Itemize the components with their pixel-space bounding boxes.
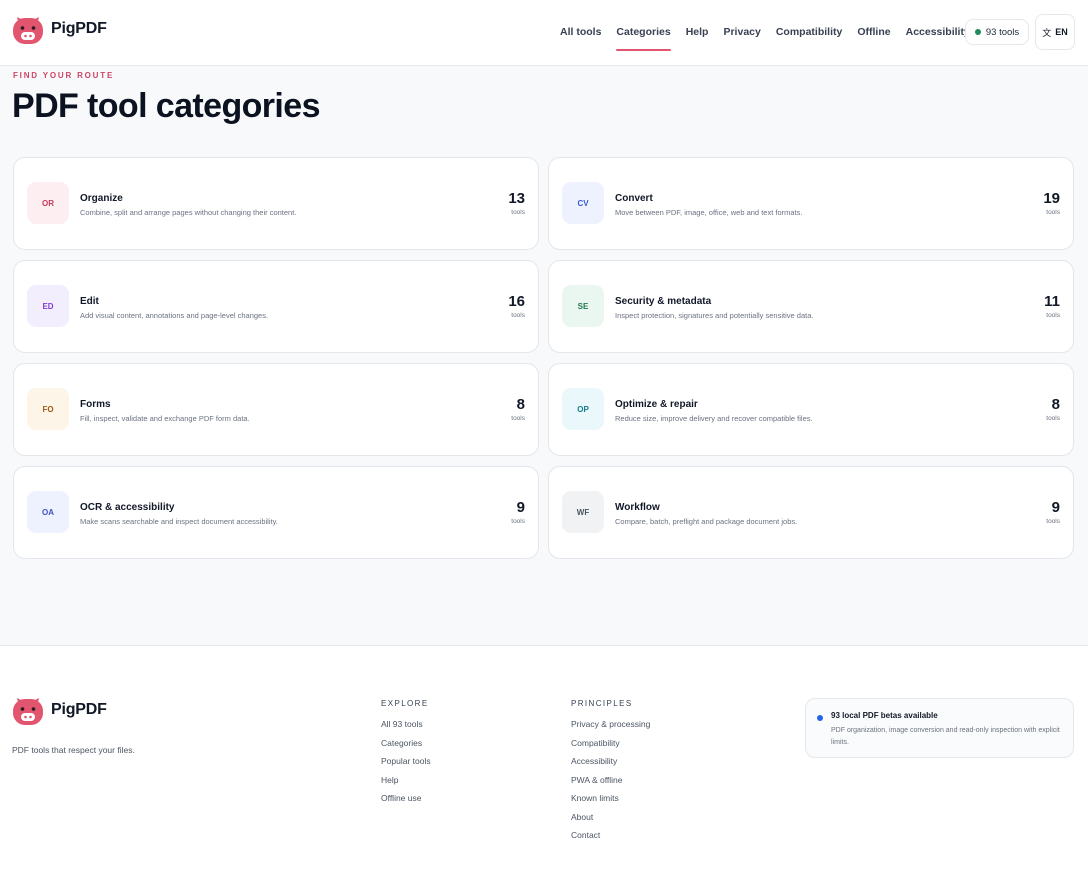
category-description: Make scans searchable and inspect docume… bbox=[80, 517, 278, 526]
category-description: Compare, batch, preflight and package do… bbox=[615, 517, 798, 526]
category-card[interactable]: CV Convert Move between PDF, image, office… bbox=[548, 157, 1074, 250]
category-count-unit: tools bbox=[511, 518, 525, 525]
footer-link-privacy[interactable]: Privacy & processing bbox=[571, 719, 650, 729]
footer-principles-column: PRINCIPLES Privacy & processing Compatib… bbox=[571, 699, 650, 849]
category-count-unit: tools bbox=[1046, 312, 1060, 319]
category-name: Edit bbox=[80, 296, 99, 307]
site-header: PigPDF All tools Categories Help Privacy… bbox=[0, 0, 1088, 66]
footer-link-pwa-offline[interactable]: PWA & offline bbox=[571, 775, 650, 785]
nav-accessibility[interactable]: Accessibility bbox=[906, 26, 970, 38]
footer-brand-name: PigPDF bbox=[51, 701, 107, 718]
category-card[interactable]: FO Forms Fill, inspect, validate and excha… bbox=[13, 363, 539, 456]
category-name: Optimize & repair bbox=[615, 399, 698, 410]
footer-link-accessibility[interactable]: Accessibility bbox=[571, 756, 650, 766]
category-tool-count: 16 bbox=[508, 293, 525, 310]
brand-name: PigPDF bbox=[51, 20, 107, 37]
footer-brand-logo[interactable]: PigPDF bbox=[12, 694, 107, 726]
translate-icon: 文 bbox=[1042, 27, 1052, 38]
category-description: Reduce size, improve delivery and recove… bbox=[615, 414, 813, 423]
beta-notice: 93 local PDF betas available PDF organiz… bbox=[805, 698, 1074, 758]
footer-link-about[interactable]: About bbox=[571, 812, 650, 822]
category-name: Convert bbox=[615, 193, 653, 204]
category-name: Workflow bbox=[615, 502, 660, 513]
nav-compatibility[interactable]: Compatibility bbox=[776, 26, 843, 38]
category-badge-icon: WF bbox=[562, 491, 604, 533]
pig-face-icon bbox=[13, 17, 43, 44]
category-badge-icon: SE bbox=[562, 285, 604, 327]
category-card[interactable]: OA OCR & accessibility Make scans searchab… bbox=[13, 466, 539, 559]
footer-link-categories[interactable]: Categories bbox=[381, 738, 431, 748]
category-card[interactable]: WF Workflow Compare, batch, preflight and … bbox=[548, 466, 1074, 559]
category-tool-count: 9 bbox=[516, 499, 525, 516]
nav-all-tools[interactable]: All tools bbox=[560, 26, 601, 38]
footer-tagline: PDF tools that respect your files. bbox=[12, 745, 135, 755]
footer-link-help[interactable]: Help bbox=[381, 775, 431, 785]
nav-help[interactable]: Help bbox=[686, 26, 709, 38]
category-card[interactable]: OP Optimize & repair Reduce size, improve … bbox=[548, 363, 1074, 456]
category-card[interactable]: OR Organize Combine, split and arrange pag… bbox=[13, 157, 539, 250]
category-description: Combine, split and arrange pages without… bbox=[80, 208, 297, 217]
category-description: Inspect protection, signatures and poten… bbox=[615, 311, 814, 320]
footer-link-contact[interactable]: Contact bbox=[571, 830, 650, 840]
footer-explore-heading: EXPLORE bbox=[381, 699, 429, 708]
category-description: Move between PDF, image, office, web and… bbox=[615, 208, 803, 217]
footer-explore-column: EXPLORE All 93 tools Categories Popular … bbox=[381, 699, 431, 812]
category-count-unit: tools bbox=[511, 312, 525, 319]
category-name: Security & metadata bbox=[615, 296, 712, 307]
tools-count-pill[interactable]: 93 tools bbox=[965, 19, 1029, 45]
language-button[interactable]: 文 EN bbox=[1035, 14, 1075, 50]
category-tool-count: 11 bbox=[1044, 293, 1060, 310]
category-badge-icon: OR bbox=[27, 182, 69, 224]
language-code: EN bbox=[1055, 27, 1068, 37]
section-eyebrow: FIND YOUR ROUTE bbox=[13, 71, 115, 80]
category-tool-count: 9 bbox=[1051, 499, 1060, 516]
category-name: Forms bbox=[80, 399, 111, 410]
category-badge-icon: ED bbox=[27, 285, 69, 327]
footer-link-popular-tools[interactable]: Popular tools bbox=[381, 756, 431, 766]
tools-count-label: 93 tools bbox=[985, 26, 1020, 38]
nav-categories[interactable]: Categories bbox=[616, 26, 671, 51]
category-count-unit: tools bbox=[1046, 415, 1060, 422]
category-tool-count: 19 bbox=[1043, 190, 1060, 207]
brand-logo-link[interactable]: PigPDF bbox=[12, 13, 107, 45]
category-count-unit: tools bbox=[1046, 518, 1060, 525]
category-tool-count: 8 bbox=[516, 396, 525, 413]
status-dot-icon bbox=[974, 29, 981, 35]
site-footer: PigPDF PDF tools that respect your files… bbox=[0, 645, 1088, 883]
category-card[interactable]: ED Edit Add visual content, annotations an… bbox=[13, 260, 539, 353]
category-count-unit: tools bbox=[511, 415, 525, 422]
beta-notice-title: 93 local PDF betas available bbox=[831, 711, 938, 720]
beta-notice-body: PDF organization, image conversion and r… bbox=[831, 727, 1060, 746]
category-description: Fill, inspect, validate and exchange PDF… bbox=[80, 414, 250, 423]
category-card[interactable]: SE Security & metadata Inspect protection,… bbox=[548, 260, 1074, 353]
category-badge-icon: CV bbox=[562, 182, 604, 224]
category-count-unit: tools bbox=[1046, 209, 1060, 216]
category-tool-count: 13 bbox=[508, 190, 525, 207]
category-tool-count: 8 bbox=[1051, 396, 1060, 413]
footer-link-offline-use[interactable]: Offline use bbox=[381, 793, 431, 803]
footer-link-known-limits[interactable]: Known limits bbox=[571, 793, 650, 803]
category-badge-icon: OA bbox=[27, 491, 69, 533]
category-name: OCR & accessibility bbox=[80, 502, 175, 513]
category-name: Organize bbox=[80, 193, 123, 204]
nav-offline[interactable]: Offline bbox=[857, 26, 890, 38]
nav-privacy[interactable]: Privacy bbox=[723, 26, 760, 38]
main-nav: All tools Categories Help Privacy Compat… bbox=[560, 26, 985, 51]
category-count-unit: tools bbox=[511, 209, 525, 216]
footer-link-compatibility[interactable]: Compatibility bbox=[571, 738, 650, 748]
info-dot-icon bbox=[817, 715, 823, 721]
footer-principles-heading: PRINCIPLES bbox=[571, 699, 633, 708]
category-description: Add visual content, annotations and page… bbox=[80, 311, 269, 320]
category-badge-icon: FO bbox=[27, 388, 69, 430]
footer-link-all-tools[interactable]: All 93 tools bbox=[381, 719, 431, 729]
page-title: PDF tool categories bbox=[12, 87, 320, 125]
category-badge-icon: OP bbox=[562, 388, 604, 430]
pig-face-icon bbox=[13, 698, 43, 725]
